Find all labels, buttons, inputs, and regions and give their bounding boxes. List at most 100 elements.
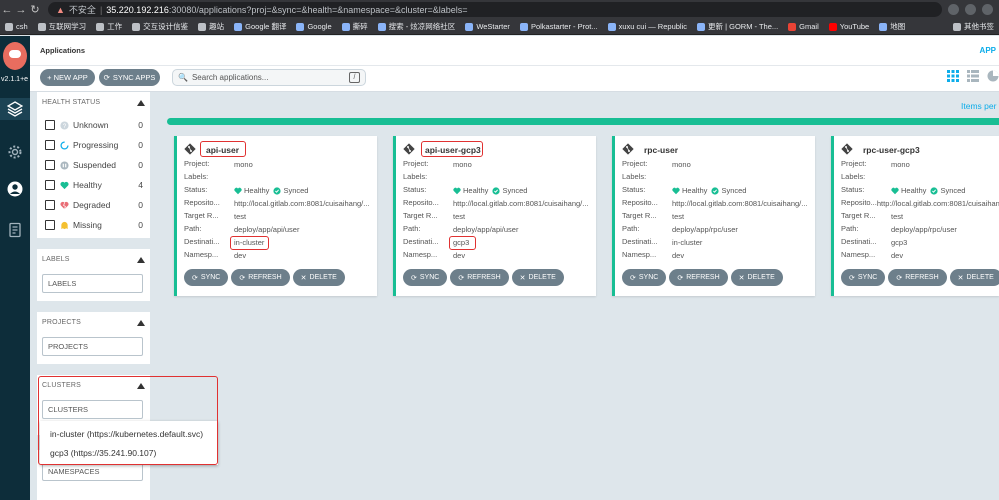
refresh-button[interactable]: ⟳ REFRESH [888, 269, 947, 286]
app-card[interactable]: api-user Project: mono Labels: Status: Hea… [174, 136, 377, 296]
extension-icon[interactable] [948, 4, 959, 15]
checkbox[interactable] [45, 160, 55, 170]
translate-icon [234, 22, 243, 31]
labels-input[interactable]: LABELS [42, 274, 143, 293]
profile-icon[interactable] [982, 4, 993, 15]
toolbar: + NEW APP ⟳ SYNC APPS 🔍 Search applicatio… [30, 66, 999, 92]
map-icon [879, 22, 888, 31]
bookmark[interactable]: Google [291, 22, 336, 31]
tiles-view-icon[interactable] [947, 70, 959, 82]
checkbox[interactable] [45, 200, 55, 210]
nav-settings[interactable] [4, 141, 26, 163]
nav-user-info[interactable] [4, 178, 26, 200]
projects-input[interactable]: PROJECTS [42, 337, 143, 356]
checkbox[interactable] [45, 220, 55, 230]
app-path: deploy/app/api/user [453, 225, 519, 234]
checkbox[interactable] [45, 120, 55, 130]
health-status: Healthy [453, 186, 488, 195]
bookmark[interactable]: 地图 [874, 21, 910, 32]
app-destination: in-cluster [672, 238, 703, 247]
bookmark-other[interactable]: 其他书签 [948, 21, 999, 32]
folder-icon [953, 22, 961, 31]
health-filter-item[interactable]: ? Unknown 0 [45, 118, 143, 132]
url-field[interactable]: ▲ 不安全 | 35.220.192.216 :30080/applicatio… [48, 2, 942, 17]
bookmark[interactable]: 趣站 [193, 21, 229, 32]
sync-icon: ⟳ [411, 274, 417, 282]
site-icon [697, 22, 705, 31]
health-filter-item[interactable]: Missing 0 [45, 218, 143, 232]
bookmark[interactable]: WeStarter [460, 22, 515, 31]
bookmark[interactable]: YouTube [824, 22, 874, 31]
forward-icon[interactable]: → [14, 4, 28, 16]
app-card[interactable]: rpc-user-gcp3 Project: mono Labels: Statu… [831, 136, 999, 296]
suspended-icon [60, 160, 69, 170]
bookmark[interactable]: 互联网学习 [33, 21, 92, 32]
nav-docs[interactable] [4, 219, 26, 241]
site-icon [465, 22, 474, 31]
delete-button[interactable]: ✕ DELETE [292, 269, 345, 286]
health-filter-item[interactable]: Healthy 4 [45, 178, 143, 192]
checkbox[interactable] [45, 140, 55, 150]
back-icon[interactable]: ← [0, 4, 14, 16]
sync-button[interactable]: ⟳ SYNC [184, 269, 229, 286]
delete-button[interactable]: ✕ DELETE [949, 269, 999, 286]
labels-heading: LABELS [42, 256, 70, 263]
close-icon: ✕ [738, 274, 745, 282]
bookmark[interactable]: 撕碎 [337, 21, 373, 32]
list-view-icon[interactable] [967, 70, 979, 82]
collapse-caret-icon[interactable] [137, 100, 145, 106]
checkbox[interactable] [45, 180, 55, 190]
version-label: v2.1.1+e [1, 76, 29, 83]
gear-icon [8, 145, 22, 159]
sync-button[interactable]: ⟳ SYNC [622, 269, 667, 286]
health-filter-item[interactable]: Degraded 0 [45, 198, 143, 212]
warning-icon: ▲ [56, 4, 65, 15]
google-icon [296, 22, 305, 31]
site-icon [519, 22, 528, 31]
bookmark[interactable]: 更新 | GORM - The... [692, 21, 783, 32]
bookmark[interactable]: xuxu cui — Republic [603, 22, 692, 31]
summary-view-icon[interactable] [987, 70, 999, 82]
sync-apps-button[interactable]: ⟳ SYNC APPS [99, 69, 160, 86]
search-input[interactable]: 🔍 Search applications... / [172, 69, 366, 86]
bookmark[interactable]: 交互设计信鉴 [127, 21, 193, 32]
close-icon: ✕ [957, 274, 964, 282]
heart-icon [234, 187, 242, 194]
refresh-button[interactable]: ⟳ REFRESH [669, 269, 728, 286]
refresh-icon: ⟳ [677, 274, 684, 282]
sync-status: Synced [492, 186, 527, 195]
bookmark[interactable]: 工作 [91, 21, 127, 32]
health-filter-item[interactable]: Progressing 0 [45, 138, 143, 152]
bookmark[interactable]: Polkastarter - Prot... [515, 22, 603, 31]
bookmark[interactable]: 搜索 - 炫凉网络社区 [373, 21, 461, 32]
sync-button[interactable]: ⟳ SYNC [403, 269, 448, 286]
app-name[interactable]: rpc-user-gcp3 [863, 145, 920, 155]
bookmark[interactable]: Google 翻译 [229, 21, 291, 32]
app-name[interactable]: rpc-user [644, 145, 678, 155]
app-card[interactable]: api-user-gcp3 Project: mono Labels: Statu… [393, 136, 596, 296]
check-circle-icon [492, 186, 501, 195]
delete-button[interactable]: ✕ DELETE [730, 269, 783, 286]
health-filter-item[interactable]: Suspended 0 [45, 158, 143, 172]
collapse-caret-icon[interactable] [137, 320, 145, 326]
delete-button[interactable]: ✕ DELETE [511, 269, 564, 286]
app-repo: http://local.gitlab.com:8081/cuisaihang/… [672, 199, 808, 208]
argo-logo[interactable] [3, 42, 27, 70]
bookmark[interactable]: csh [0, 22, 33, 31]
app-card[interactable]: rpc-user Project: mono Labels: Status: Hea… [612, 136, 815, 296]
reload-icon[interactable]: ↻ [28, 3, 42, 16]
health-status: Healthy [891, 186, 926, 195]
search-placeholder: Search applications... [191, 73, 269, 82]
new-app-button[interactable]: + NEW APP [40, 69, 95, 86]
refresh-button[interactable]: ⟳ REFRESH [450, 269, 509, 286]
close-icon: ✕ [519, 274, 526, 282]
items-per-page-label[interactable]: Items per [961, 101, 996, 111]
sync-button[interactable]: ⟳ SYNC [841, 269, 886, 286]
left-nav: v2.1.1+e [0, 36, 30, 500]
refresh-button[interactable]: ⟳ REFRESH [231, 269, 290, 286]
app-target: test [672, 212, 685, 221]
bookmark[interactable]: Gmail [783, 22, 824, 31]
nav-applications[interactable] [0, 98, 30, 120]
puzzle-icon[interactable] [965, 4, 976, 15]
collapse-caret-icon[interactable] [137, 257, 145, 263]
